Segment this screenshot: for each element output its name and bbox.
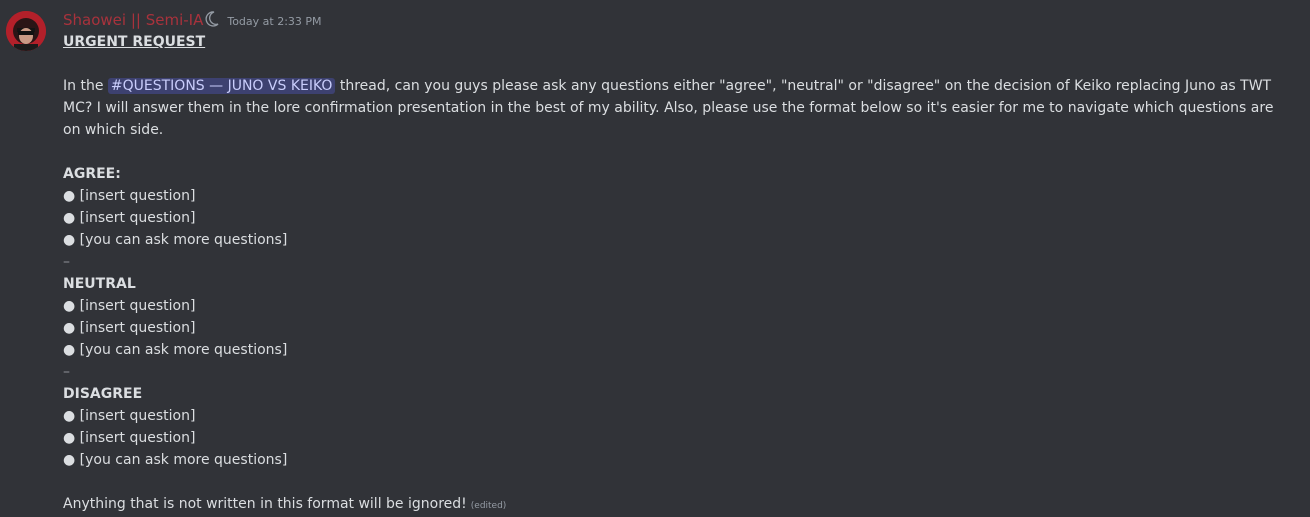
crescent-moon-icon bbox=[205, 11, 219, 27]
list-item: ● [you can ask more questions] bbox=[63, 232, 288, 248]
list-item: ● [insert question] bbox=[63, 188, 196, 204]
list-item: ● [you can ask more questions] bbox=[63, 452, 288, 468]
username[interactable]: Shaowei || Semi-IA bbox=[63, 11, 203, 29]
avatar[interactable] bbox=[6, 11, 46, 51]
list-item: ● [insert question] bbox=[63, 408, 196, 424]
message-header: Shaowei || Semi-IA Today at 2:33 PM bbox=[63, 9, 322, 31]
list-item: ● [insert question] bbox=[63, 298, 196, 314]
edited-label: (edited) bbox=[470, 501, 507, 511]
list-item: ● [insert question] bbox=[63, 210, 196, 226]
message-content: URGENT REQUEST In the #QUESTIONS — JUNO … bbox=[63, 31, 1293, 515]
message-timestamp[interactable]: Today at 2:33 PM bbox=[227, 15, 321, 28]
list-item: ● [insert question] bbox=[63, 430, 196, 446]
chat-message: Shaowei || Semi-IA Today at 2:33 PM URGE… bbox=[0, 0, 1310, 512]
section-heading-neutral: NEUTRAL bbox=[63, 276, 136, 292]
section-heading-disagree: DISAGREE bbox=[63, 386, 143, 402]
message-title-line: URGENT REQUEST bbox=[63, 31, 1293, 53]
message-title: URGENT REQUEST bbox=[63, 34, 206, 50]
list-item: ● [insert question] bbox=[63, 320, 196, 336]
footer-text: Anything that is not written in this for… bbox=[63, 496, 467, 512]
list-item: ● [you can ask more questions] bbox=[63, 342, 288, 358]
channel-mention[interactable]: #QUESTIONS — JUNO VS KEIKO bbox=[107, 78, 336, 94]
section-heading-agree: AGREE: bbox=[63, 166, 121, 182]
footer-line: Anything that is not written in this for… bbox=[63, 493, 1293, 515]
section-separator: – bbox=[63, 254, 70, 270]
intro-paragraph: In the #QUESTIONS — JUNO VS KEIKO thread… bbox=[63, 78, 1274, 138]
section-separator: – bbox=[63, 364, 70, 380]
